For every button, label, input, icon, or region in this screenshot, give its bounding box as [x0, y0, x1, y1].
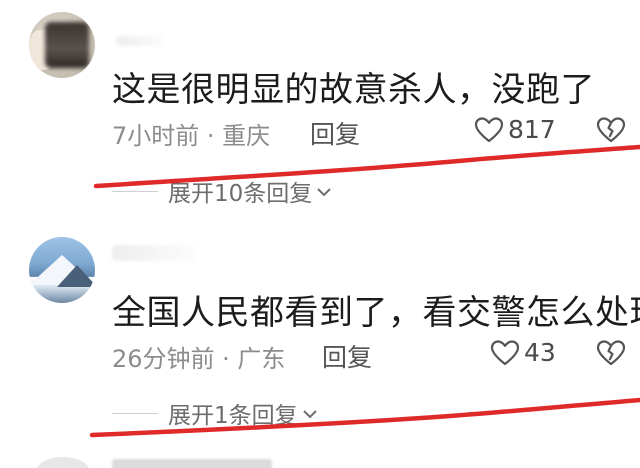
- comment-text-partial: [112, 459, 272, 468]
- comment-text: 这是很明显的故意杀人，没跑了: [112, 70, 595, 110]
- chevron-down-icon: [298, 400, 318, 426]
- broken-heart-icon: [596, 339, 626, 367]
- like-count: 817: [508, 115, 556, 144]
- username-blurred[interactable]: [116, 36, 164, 46]
- username-blurred[interactable]: [112, 245, 196, 261]
- like-button[interactable]: 43: [490, 338, 556, 367]
- comment-text: 全国人民都看到了，看交警怎么处理: [112, 293, 640, 333]
- reply-button[interactable]: 回复: [310, 115, 360, 151]
- dislike-button[interactable]: [596, 116, 626, 144]
- comment-item: 这是很明显的故意杀人，没跑了 7小时前 · 重庆 回复 817 展开10条回复: [0, 0, 640, 225]
- heart-outline-icon: [474, 116, 504, 144]
- next-comment-partial: [0, 455, 640, 468]
- expand-replies-label: 展开10条回复: [168, 181, 313, 207]
- avatar[interactable]: [29, 12, 95, 78]
- divider: [112, 412, 158, 414]
- dislike-button[interactable]: [596, 339, 626, 367]
- chevron-down-icon: [312, 178, 332, 204]
- expand-replies-button[interactable]: 展开1条回复: [112, 396, 318, 430]
- comment-meta: 26分钟前 · 广东: [112, 345, 286, 373]
- like-button[interactable]: 817: [474, 115, 556, 144]
- comment-item: 全国人民都看到了，看交警怎么处理 26分钟前 · 广东 回复 43 展开1条回复: [0, 225, 640, 455]
- avatar[interactable]: [29, 237, 95, 303]
- avatar: [36, 457, 90, 468]
- divider: [112, 190, 158, 192]
- like-count: 43: [524, 338, 556, 367]
- comment-meta: 7小时前 · 重庆: [112, 122, 271, 150]
- reply-button[interactable]: 回复: [322, 338, 372, 374]
- heart-outline-icon: [490, 339, 520, 367]
- broken-heart-icon: [596, 116, 626, 144]
- expand-replies-button[interactable]: 展开10条回复: [112, 174, 332, 208]
- expand-replies-label: 展开1条回复: [168, 403, 298, 429]
